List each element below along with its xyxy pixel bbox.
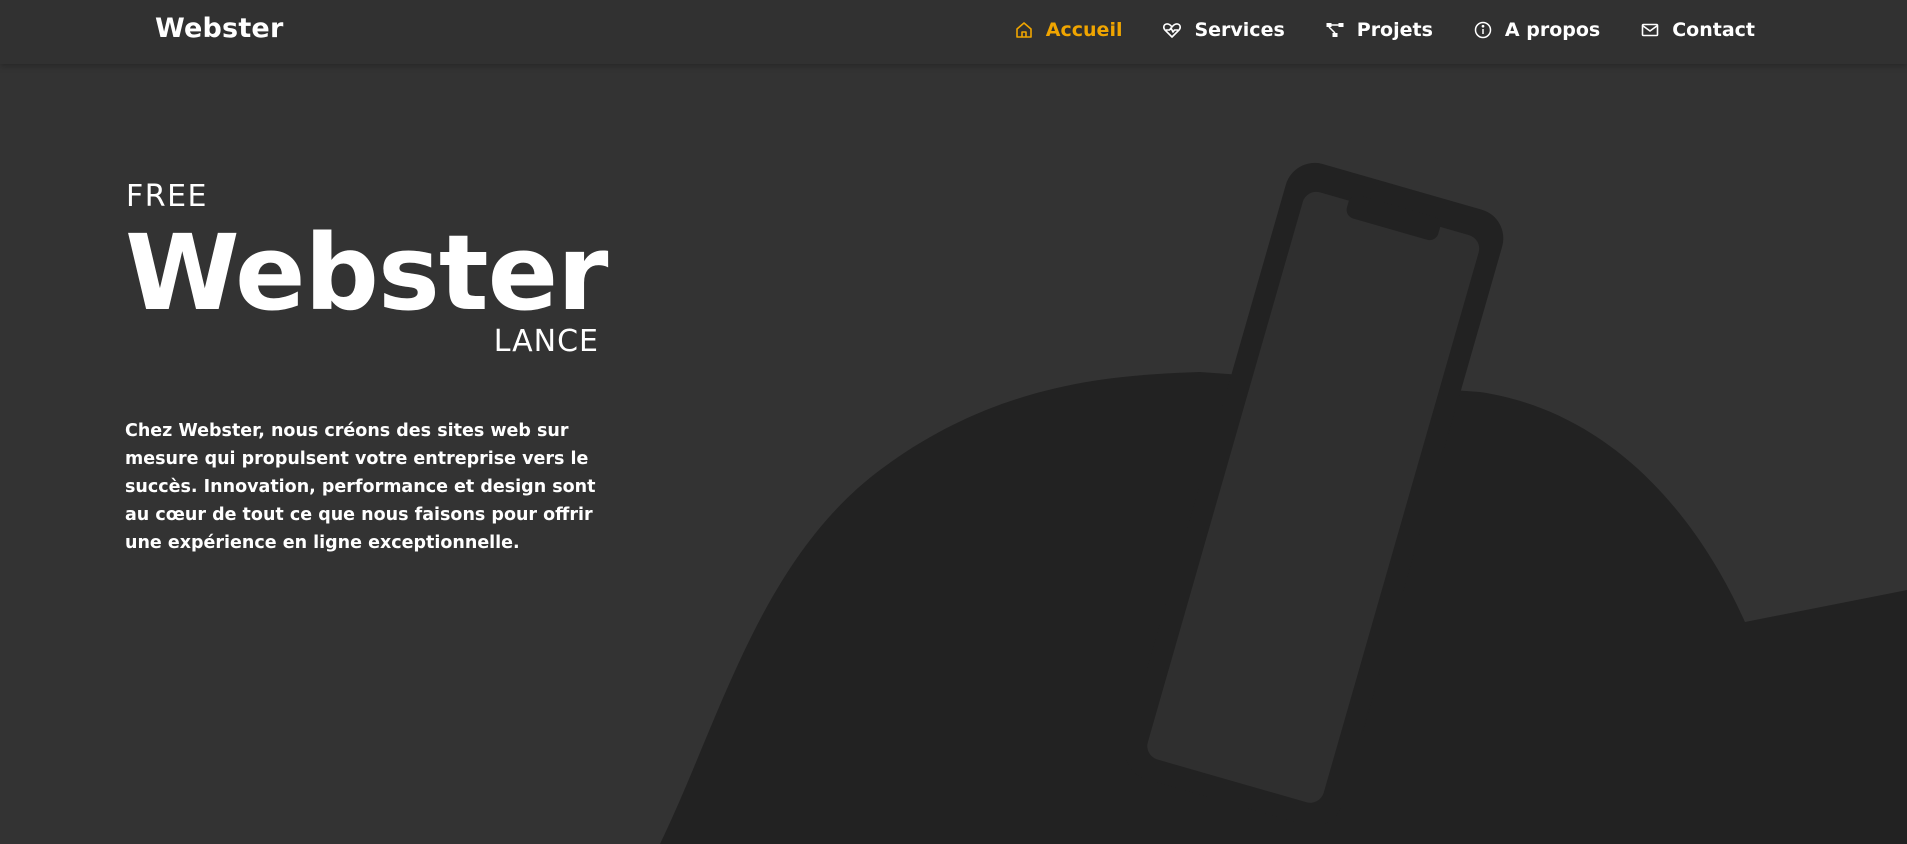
nav-item-accueil[interactable]: Accueil [1014, 19, 1123, 41]
nav-item-projets[interactable]: Projets [1325, 19, 1433, 41]
heart-pulse-icon [1162, 20, 1182, 40]
nav-item-contact[interactable]: Contact [1640, 19, 1755, 41]
hero: FREE Webster LANCE Chez Webster, nous cr… [125, 175, 625, 557]
mail-icon [1640, 20, 1660, 40]
info-icon [1473, 20, 1493, 40]
nav-item-label: Projets [1356, 19, 1433, 41]
hero-description: Chez Webster, nous créons des sites web … [125, 421, 596, 553]
home-icon [1014, 20, 1034, 40]
nav-item-label: Accueil [1045, 19, 1123, 41]
main-nav: Accueil Services Projets A propos Contac… [1014, 0, 1755, 60]
navbar: Webster Accueil Services Projets A propo… [0, 0, 1907, 64]
nav-item-apropos[interactable]: A propos [1473, 19, 1600, 41]
brand-logo[interactable]: Webster [155, 13, 283, 44]
page: Webster Accueil Services Projets A propo… [0, 0, 1907, 844]
nav-item-services[interactable]: Services [1162, 19, 1285, 41]
nav-item-label: Contact [1672, 19, 1755, 41]
nav-item-label: Services [1194, 19, 1285, 41]
project-diagram-icon [1325, 20, 1345, 40]
hero-title: Webster [125, 212, 608, 334]
nav-item-label: A propos [1504, 19, 1601, 41]
